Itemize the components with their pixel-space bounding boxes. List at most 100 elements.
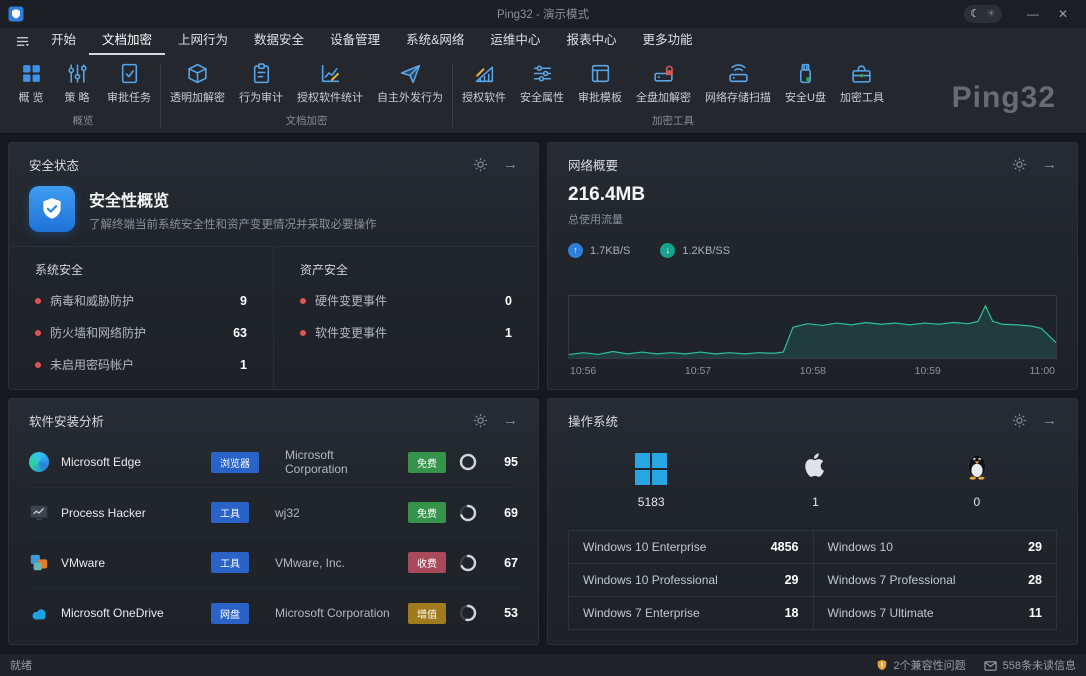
- open-detail-arrow-icon[interactable]: →: [503, 157, 518, 172]
- menu-tab-doc-encryption[interactable]: 文档加密: [89, 28, 165, 55]
- category-badge: 浏览器: [211, 452, 259, 473]
- os-table-cell: Windows 7 Professional28: [813, 563, 1057, 596]
- menu-tab-device-mgmt[interactable]: 设备管理: [317, 28, 393, 55]
- os-name: Windows 7 Ultimate: [828, 606, 934, 620]
- settings-gear-icon[interactable]: [1012, 157, 1027, 172]
- software-row[interactable]: Microsoft OneDrive 网盘 Microsoft Corporat…: [29, 588, 518, 638]
- os-name: Windows 7 Enterprise: [583, 606, 700, 620]
- menubar: 开始 文档加密 上网行为 数据安全 设备管理 系统&网络 运维中心 报表中心 更…: [0, 28, 1086, 55]
- alert-dot-icon: [300, 330, 306, 336]
- security-metric-row[interactable]: 防火墙和网络防护63: [35, 324, 247, 341]
- section-title: 资产安全: [300, 261, 512, 278]
- software-row[interactable]: Process Hacker 工具 wj32 免费 69: [29, 487, 518, 537]
- metric-value: 0: [505, 294, 512, 308]
- ribbon-authorized-software-button[interactable]: 授权软件: [455, 57, 513, 110]
- menu-tab-report-center[interactable]: 报表中心: [553, 28, 629, 55]
- theme-toggle[interactable]: ☾ ☀: [964, 5, 1002, 23]
- os-name: Windows 10 Enterprise: [583, 540, 706, 554]
- main-menu-button[interactable]: [6, 28, 38, 55]
- ribbon-security-attributes-button[interactable]: 安全属性: [513, 57, 571, 110]
- ribbon-transparent-encryption-button[interactable]: 透明加解密: [163, 57, 232, 110]
- open-detail-arrow-icon[interactable]: →: [1042, 413, 1057, 428]
- windows-platform: 5183: [635, 453, 667, 509]
- menu-tab-ops-center[interactable]: 运维中心: [477, 28, 553, 55]
- os-version-table: Windows 10 Enterprise4856 Windows 1029 W…: [568, 530, 1057, 630]
- process-hacker-app-icon: [29, 503, 49, 523]
- install-progress-ring: [458, 452, 478, 472]
- menu-tab-more-features[interactable]: 更多功能: [629, 28, 705, 55]
- metric-value: 1: [505, 326, 512, 340]
- os-name: Windows 7 Professional: [828, 573, 956, 587]
- software-row[interactable]: VMware 工具 VMware, Inc. 收费 67: [29, 537, 518, 587]
- ribbon-overview-button[interactable]: 概 览: [8, 57, 54, 110]
- settings-gear-icon[interactable]: [473, 157, 488, 172]
- ribbon-full-disk-encryption-button[interactable]: 全盘加解密: [629, 57, 698, 110]
- ribbon-authorized-software-stats-button[interactable]: 授权软件统计: [290, 57, 370, 110]
- open-detail-arrow-icon[interactable]: →: [503, 413, 518, 428]
- metric-label: 防火墙和网络防护: [50, 324, 146, 341]
- compatibility-issues-button[interactable]: 2个兼容性问题: [876, 657, 966, 673]
- ribbon-item-label: 行为审计: [239, 89, 283, 105]
- alert-dot-icon: [35, 362, 41, 368]
- ribbon-network-storage-scan-button[interactable]: 网络存储扫描: [698, 57, 778, 110]
- sun-icon: ☀: [986, 9, 996, 20]
- doc-check-icon: [118, 62, 141, 85]
- menu-tab-data-security[interactable]: 数据安全: [241, 28, 317, 55]
- open-detail-arrow-icon[interactable]: →: [1042, 157, 1057, 172]
- install-progress-ring: [458, 553, 478, 573]
- vendor-name: Microsoft Corporation: [275, 606, 396, 620]
- ribbon-group-label: 概览: [8, 110, 158, 133]
- apple-platform: 1: [801, 450, 829, 509]
- ribbon-item-label: 审批模板: [578, 89, 622, 105]
- menu-tab-web-behavior[interactable]: 上网行为: [165, 28, 241, 55]
- dashboard: 安全状态 → 安全性概览 了解终端当前系统安全性和资产变更情况并采取必要操作 系…: [0, 134, 1086, 653]
- panel-title: 安全状态: [29, 155, 79, 174]
- storage-scan-icon: [727, 62, 750, 85]
- software-analysis-panel: 软件安装分析 → Microsoft Edge 浏览器 Microsoft Co…: [8, 398, 539, 646]
- install-count: 69: [490, 506, 518, 520]
- platform-count: 5183: [638, 495, 665, 509]
- app-name: Microsoft OneDrive: [61, 606, 199, 620]
- ruler-pencil-icon: [473, 62, 496, 85]
- settings-gear-icon[interactable]: [473, 413, 488, 428]
- security-metric-row[interactable]: 硬件变更事件0: [300, 292, 512, 309]
- ping32-watermark: Ping32: [952, 81, 1056, 115]
- close-button[interactable]: ✕: [1048, 0, 1078, 28]
- ribbon-encryption-tools-button[interactable]: 加密工具: [833, 57, 891, 110]
- install-progress-ring: [458, 603, 478, 623]
- ribbon-item-label: 授权软件: [462, 89, 506, 105]
- platform-count: 0: [973, 495, 980, 509]
- ribbon-behavior-audit-button[interactable]: 行为审计: [232, 57, 290, 110]
- menu-tab-start[interactable]: 开始: [38, 28, 89, 55]
- software-row[interactable]: Microsoft Edge 浏览器 Microsoft Corporation…: [29, 438, 518, 487]
- security-metric-row[interactable]: 病毒和威胁防护9: [35, 292, 247, 309]
- ribbon-item-label: 概 览: [18, 89, 43, 105]
- menu-tab-system-network[interactable]: 系统&网络: [393, 28, 477, 55]
- os-count-value: 29: [1028, 540, 1042, 554]
- ribbon-self-outgoing-button[interactable]: 自主外发行为: [370, 57, 450, 110]
- ribbon-group-overview: 概 览 策 略 审批任务 概览: [8, 57, 158, 133]
- vendor-name: Microsoft Corporation: [285, 448, 396, 476]
- unread-messages-button[interactable]: 558条未读信息: [984, 657, 1076, 673]
- app-logo-icon: [8, 6, 24, 22]
- alert-dot-icon: [300, 298, 306, 304]
- app-window: Ping32 - 演示模式 ☾ ☀ — ✕ 开始 文档加密 上网行为 数据安全 …: [0, 0, 1086, 676]
- x-tick: 11:00: [1030, 365, 1056, 377]
- settings-gear-icon[interactable]: [1012, 413, 1027, 428]
- sliders-icon: [66, 62, 89, 85]
- security-metric-row[interactable]: 软件变更事件1: [300, 324, 512, 341]
- ribbon-separator: [160, 63, 161, 127]
- os-count-value: 29: [785, 573, 799, 587]
- compatibility-issues-text: 2个兼容性问题: [894, 657, 966, 673]
- ribbon-approval-tasks-button[interactable]: 审批任务: [100, 57, 158, 110]
- ribbon-secure-usb-button[interactable]: 安全U盘: [778, 57, 833, 110]
- install-count: 95: [490, 455, 518, 469]
- security-metric-row[interactable]: 未启用密码帐户1: [35, 356, 247, 373]
- unread-messages-text: 558条未读信息: [1003, 657, 1076, 673]
- download-speed: ↓1.2KB/SS: [660, 243, 730, 258]
- security-overview-title: 安全性概览: [89, 187, 377, 211]
- ribbon-approval-template-button[interactable]: 审批模板: [571, 57, 629, 110]
- chart-x-axis: 10:56 10:57 10:58 10:59 11:00: [568, 359, 1057, 381]
- minimize-button[interactable]: —: [1018, 0, 1048, 28]
- ribbon-policy-button[interactable]: 策 略: [54, 57, 100, 110]
